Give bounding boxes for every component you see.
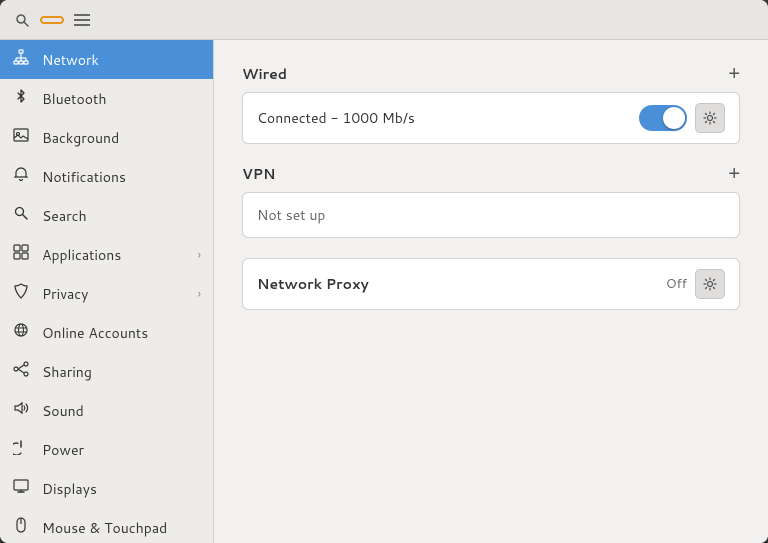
gear-icon [703,111,717,125]
search-icon [15,13,29,27]
network-icon [12,49,30,70]
privacy-icon [12,283,30,304]
sidebar-item-mouse-touchpad[interactable]: Mouse & Touchpad [0,508,213,543]
sidebar-item-label-online-accounts: Online Accounts [42,323,201,343]
menu-button[interactable] [68,6,96,34]
label-proxy-row: Network Proxy [257,274,666,294]
titlebar [0,0,768,40]
sidebar-item-applications[interactable]: Applications › [0,235,213,274]
sidebar-item-label-bluetooth: Bluetooth [42,89,201,109]
applications-icon [12,244,30,265]
label-vpn-not-setup: Not set up [257,205,325,225]
sidebar: Network Bluetooth Background Notifications S… [0,40,214,543]
sidebar-item-label-notifications: Notifications [42,167,201,187]
card-network-proxy: Network ProxyOff [242,258,740,310]
section-title-vpn: VPN [242,164,275,184]
bluetooth-icon [12,88,30,109]
section-wired: Wired + Connected - 1000 Mb/s [242,64,740,144]
settings-button[interactable] [40,16,64,24]
section-header-vpn: VPN + [242,164,740,184]
toggle-wired-connection[interactable] [639,105,687,131]
sidebar-item-label-sharing: Sharing [42,362,201,382]
sidebar-item-displays[interactable]: Displays [0,469,213,508]
notifications-icon [12,166,30,187]
section-network-proxy: Network ProxyOff [242,258,740,310]
content-area: Wired + Connected - 1000 Mb/s VPN + Not set … [214,40,768,543]
chevron-right-icon: › [198,246,201,263]
online-accounts-icon [12,322,30,343]
settings-window: Network Bluetooth Background Notifications S… [0,0,768,543]
gear-proxy-row-button[interactable] [695,269,725,299]
sidebar-item-online-accounts[interactable]: Online Accounts [0,313,213,352]
sidebar-item-sound[interactable]: Sound [0,391,213,430]
sound-icon [12,400,30,421]
gear-wired-connection-button[interactable] [695,103,725,133]
add-wired-button[interactable]: + [728,64,740,84]
sidebar-item-label-background: Background [42,128,201,148]
sidebar-item-power[interactable]: Power [0,430,213,469]
hamburger-icon [74,14,90,26]
sidebar-item-label-privacy: Privacy [42,284,186,304]
chevron-right-icon: › [198,285,201,302]
sidebar-item-privacy[interactable]: Privacy › [0,274,213,313]
section-vpn: VPN + Not set up [242,164,740,238]
search-icon [12,205,30,226]
sidebar-item-label-mouse-touchpad: Mouse & Touchpad [42,518,201,538]
sidebar-item-sharing[interactable]: Sharing [0,352,213,391]
row-proxy-row: Network ProxyOff [243,259,739,309]
card-vpn: Not set up [242,192,740,238]
row-vpn-not-setup: Not set up [243,193,739,237]
main-content: Network Bluetooth Background Notifications S… [0,40,768,543]
section-header-wired: Wired + [242,64,740,84]
sidebar-item-label-displays: Displays [42,479,201,499]
sidebar-item-label-network: Network [42,50,201,70]
card-wired: Connected - 1000 Mb/s [242,92,740,144]
background-icon [12,127,30,148]
mouse-touchpad-icon [12,517,30,538]
sidebar-item-search[interactable]: Search [0,196,213,235]
sidebar-item-label-sound: Sound [42,401,201,421]
sidebar-item-network[interactable]: Network [0,40,213,79]
close-button[interactable] [732,6,760,34]
displays-icon [12,478,30,499]
sidebar-item-bluetooth[interactable]: Bluetooth [0,79,213,118]
sharing-icon [12,361,30,382]
sidebar-item-notifications[interactable]: Notifications [0,157,213,196]
add-vpn-button[interactable]: + [728,164,740,184]
search-titlebar-button[interactable] [8,6,36,34]
section-title-wired: Wired [242,64,287,84]
label-wired-connection: Connected - 1000 Mb/s [257,108,639,128]
sidebar-item-label-search: Search [42,206,201,226]
sidebar-item-label-power: Power [42,440,201,460]
gear-icon [703,277,717,291]
power-icon [12,439,30,460]
sidebar-item-background[interactable]: Background [0,118,213,157]
row-wired-connection: Connected - 1000 Mb/s [243,93,739,143]
value-proxy-row: Off [666,275,687,293]
sidebar-item-label-applications: Applications [42,245,186,265]
